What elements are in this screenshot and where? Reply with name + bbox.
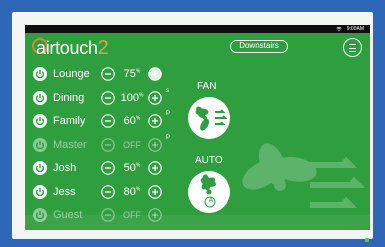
plus-icon[interactable]: [148, 90, 162, 105]
zone-row: Guest OFF: [25, 205, 195, 225]
minus-icon[interactable]: [101, 114, 115, 128]
zone-name[interactable]: Guest: [53, 209, 82, 221]
minus-icon[interactable]: [101, 90, 115, 105]
zone-value: 75%: [117, 68, 147, 80]
corner-marker: [365, 238, 369, 242]
power-icon[interactable]: [33, 67, 47, 81]
zone-name[interactable]: Dining: [53, 92, 84, 104]
zone-row: Dining 100% s: [25, 88, 195, 108]
zone-value-number: OFF: [123, 139, 141, 150]
minus-icon[interactable]: [101, 67, 115, 81]
zone-row: Lounge 75%: [25, 64, 195, 84]
zone-value: 50%: [117, 162, 147, 174]
zone-value-unit: %: [135, 185, 141, 192]
power-icon[interactable]: [33, 161, 47, 175]
minus-icon[interactable]: [101, 137, 115, 152]
zone-value: 80%: [117, 186, 147, 198]
zone-row: Family 60% P: [25, 111, 195, 131]
auto-mode-button[interactable]: [188, 171, 230, 213]
zone-value: 100%: [117, 92, 147, 104]
app-screen: 9:00AM airtouch2 Downstairs Lounge 75% D…: [25, 25, 370, 230]
zone-row: Josh 50%: [25, 158, 195, 178]
power-icon[interactable]: [33, 90, 47, 105]
background-fan-graphic: [242, 143, 366, 208]
zone-name[interactable]: Master: [53, 139, 87, 151]
zone-row: Jess 80%: [25, 182, 195, 202]
plus-icon[interactable]: [148, 184, 162, 199]
plus-icon[interactable]: [148, 114, 162, 128]
fan-speed-button[interactable]: [188, 97, 230, 139]
auto-mode-label: AUTO: [195, 155, 223, 166]
zone-value-unit: %: [135, 115, 141, 122]
spill-indicator: s: [166, 87, 169, 94]
menu-icon[interactable]: [343, 38, 362, 57]
minus-icon[interactable]: [101, 208, 115, 222]
zone-value-number: 75: [123, 68, 136, 80]
minus-icon[interactable]: [101, 161, 115, 175]
wifi-icon: [336, 26, 342, 32]
spill-indicator: P: [166, 134, 171, 141]
zone-name[interactable]: Jess: [53, 186, 76, 198]
plus-icon[interactable]: [148, 67, 162, 81]
status-time: 9:00AM: [346, 26, 364, 32]
power-icon[interactable]: [33, 137, 47, 152]
zone-name[interactable]: Josh: [53, 162, 76, 174]
zone-value: OFF: [117, 140, 147, 150]
auto-badge: A: [208, 197, 214, 204]
status-bar: 9:00AM: [25, 25, 370, 33]
zone-name[interactable]: Family: [53, 115, 85, 127]
plus-icon[interactable]: [148, 208, 162, 222]
fan-mode-label: FAN: [197, 81, 217, 92]
zone-name[interactable]: Lounge: [53, 68, 90, 80]
zone-value-number: 100: [120, 91, 139, 104]
plus-icon[interactable]: [148, 137, 162, 152]
power-icon[interactable]: [33, 208, 47, 222]
zone-value-number: 50: [123, 162, 136, 174]
power-icon[interactable]: [33, 184, 47, 199]
zone-value-unit: %: [135, 68, 141, 75]
zone-row: Master OFF P: [25, 135, 195, 155]
logo-number: 2: [97, 37, 109, 59]
zone-value: OFF: [117, 210, 147, 220]
zone-group-button[interactable]: Downstairs: [230, 40, 288, 53]
zone-value-unit: %: [135, 162, 141, 169]
zone-value-number: 80: [123, 185, 136, 198]
zone-value-unit: %: [138, 91, 144, 98]
plus-icon[interactable]: [148, 161, 162, 175]
spill-indicator: P: [166, 111, 171, 117]
zone-value-number: 60: [123, 115, 136, 127]
zone-value: 60%: [117, 115, 147, 127]
power-icon[interactable]: [33, 114, 47, 128]
zone-value-number: OFF: [123, 210, 141, 220]
minus-icon[interactable]: [101, 184, 115, 199]
logo-text: airtouch: [36, 38, 98, 58]
